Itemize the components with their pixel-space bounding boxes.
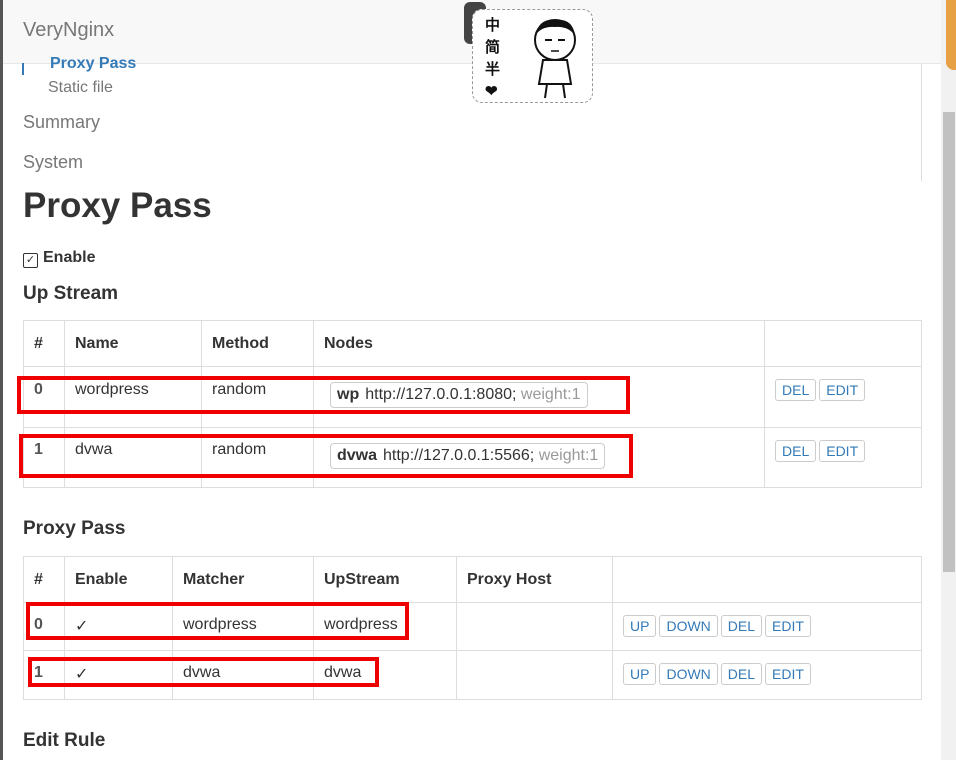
down-button[interactable]: DOWN (659, 663, 718, 685)
node-badge: wp http://127.0.0.1:8080; weight:1 (330, 382, 588, 408)
enable-check: ✓ (64, 650, 173, 700)
matcher-name: dvwa (172, 650, 314, 700)
column-header-actions (612, 556, 922, 603)
node-name: wp (337, 386, 360, 403)
sticker-char: 简 (485, 38, 501, 56)
enable-check: ✓ (64, 602, 173, 651)
node-weight: weight:1 (538, 447, 599, 464)
upstream-table: # Name Method Nodes 0 wordpress random w… (23, 320, 922, 488)
column-header: # (23, 320, 65, 367)
row-actions: DEL EDIT (764, 366, 922, 428)
matcher-name: wordpress (172, 602, 314, 651)
proxy-host (456, 602, 613, 651)
upstream-name: dvwa (313, 650, 457, 700)
column-header: Matcher (172, 556, 314, 603)
upstream-name: wordpress (313, 602, 457, 651)
down-button[interactable]: DOWN (659, 615, 718, 637)
del-button[interactable]: DEL (720, 663, 763, 685)
upstream-method: random (201, 366, 314, 428)
enable-checkbox[interactable]: ✓ (23, 253, 38, 268)
active-indicator (22, 63, 24, 75)
del-button[interactable]: DEL (775, 379, 817, 401)
row-actions: UP DOWN DEL EDIT (612, 602, 922, 651)
row-actions: UP DOWN DEL EDIT (612, 650, 922, 700)
page-title: Proxy Pass (23, 186, 212, 225)
up-button[interactable]: UP (623, 663, 657, 685)
proxy-host (456, 650, 613, 700)
edit-button[interactable]: EDIT (819, 440, 866, 462)
column-header: Proxy Host (456, 556, 613, 603)
scrollbar-thumb[interactable] (943, 112, 955, 572)
table-row: 0 ✓ wordpress wordpress UP DOWN DEL EDIT (23, 602, 922, 651)
table-row: 1 ✓ dvwa dvwa UP DOWN DEL EDIT (23, 650, 922, 700)
upstream-method: random (201, 427, 314, 488)
nav-item-static-file[interactable]: Static file (48, 79, 113, 97)
node-address: http://127.0.0.1:5566; (383, 447, 535, 464)
upstream-name: dvwa (64, 427, 202, 488)
brand-title[interactable]: VeryNginx (23, 19, 114, 42)
table-header-row: # Enable Matcher UpStream Proxy Host (23, 556, 922, 603)
sticker-char: 中 (485, 16, 501, 34)
edit-rule-heading: Edit Rule (23, 730, 106, 751)
edit-button[interactable]: EDIT (765, 615, 811, 637)
nav-item-summary[interactable]: Summary (23, 112, 100, 133)
column-header-actions (764, 320, 922, 367)
upstream-name: wordpress (64, 366, 202, 428)
node-name: dvwa (337, 447, 378, 464)
node-weight: weight:1 (520, 386, 581, 403)
window-corner-decoration (946, 0, 956, 70)
edit-button[interactable]: EDIT (819, 379, 866, 401)
table-row: 1 dvwa random dvwa http://127.0.0.1:5566;… (23, 427, 922, 488)
upstream-nodes: wp http://127.0.0.1:8080; weight:1 (313, 366, 765, 428)
row-actions: DEL EDIT (764, 427, 922, 488)
column-header: # (23, 556, 65, 603)
side-nav: Proxy Pass Static file Summary System (3, 55, 922, 181)
nav-item-proxy-pass[interactable]: Proxy Pass (50, 55, 136, 73)
row-index: 0 (23, 602, 65, 651)
edit-button[interactable]: EDIT (765, 663, 811, 685)
row-index: 1 (23, 650, 65, 700)
column-header: Method (201, 320, 314, 367)
row-index: 1 (23, 427, 65, 488)
node-badge: dvwa http://127.0.0.1:5566; weight:1 (330, 443, 606, 469)
proxy-pass-heading: Proxy Pass (23, 518, 126, 539)
node-address: http://127.0.0.1:8080; (365, 386, 517, 403)
up-button[interactable]: UP (623, 615, 657, 637)
table-header-row: # Name Method Nodes (23, 320, 922, 367)
nav-item-system[interactable]: System (23, 152, 83, 173)
row-index: 0 (23, 366, 65, 428)
table-row: 0 wordpress random wp http://127.0.0.1:80… (23, 366, 922, 428)
enable-label: Enable (43, 249, 96, 266)
enable-toggle[interactable]: ✓ Enable (23, 249, 95, 268)
del-button[interactable]: DEL (720, 615, 763, 637)
column-header: Enable (64, 556, 173, 603)
upstream-heading: Up Stream (23, 283, 119, 304)
column-header: Name (64, 320, 202, 367)
column-header: UpStream (313, 556, 457, 603)
proxy-pass-table: # Enable Matcher UpStream Proxy Host 0 ✓… (23, 556, 922, 700)
upstream-nodes: dvwa http://127.0.0.1:5566; weight:1 (313, 427, 765, 488)
column-header: Nodes (313, 320, 765, 367)
del-button[interactable]: DEL (775, 440, 817, 462)
